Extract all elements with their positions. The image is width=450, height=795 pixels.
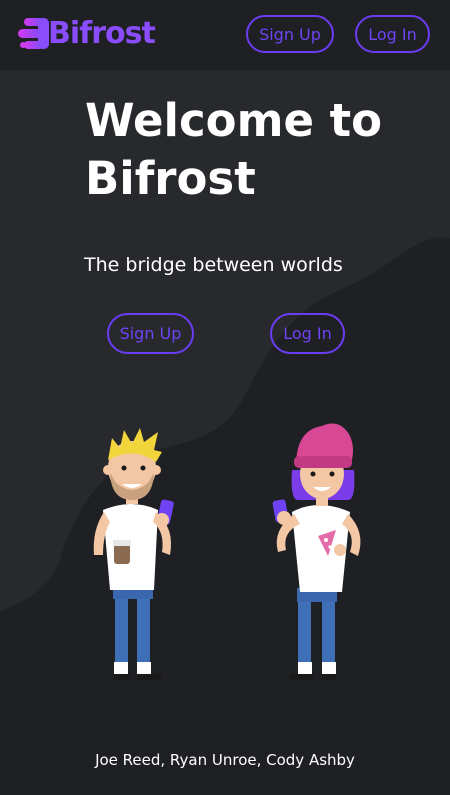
person-left-figure bbox=[93, 428, 174, 680]
hero-subtitle: The bridge between worlds bbox=[84, 254, 343, 276]
nav-log-in-button[interactable]: Log In bbox=[355, 15, 430, 53]
bifrost-logo[interactable]: Bifrost bbox=[16, 12, 156, 56]
nav-sign-up-button[interactable]: Sign Up bbox=[246, 15, 334, 53]
person-right-figure bbox=[272, 423, 361, 680]
footer-credits: Joe Reed, Ryan Unroe, Cody Ashby bbox=[95, 751, 355, 769]
top-navbar: Bifrost Sign Up Log In bbox=[0, 0, 450, 70]
hero-title-line-1: Welcome to bbox=[85, 94, 383, 147]
main-content: Welcome to Bifrost The bridge between wo… bbox=[0, 0, 450, 795]
hero-title-line-2: Bifrost bbox=[85, 152, 256, 205]
brand-name: Bifrost bbox=[48, 16, 156, 51]
hero-log-in-button[interactable]: Log In bbox=[270, 313, 345, 354]
people-illustration bbox=[93, 423, 361, 680]
hero-sign-up-button[interactable]: Sign Up bbox=[107, 313, 194, 354]
hero-title: Welcome to Bifrost bbox=[85, 92, 405, 208]
logo-mark-icon bbox=[18, 18, 49, 49]
